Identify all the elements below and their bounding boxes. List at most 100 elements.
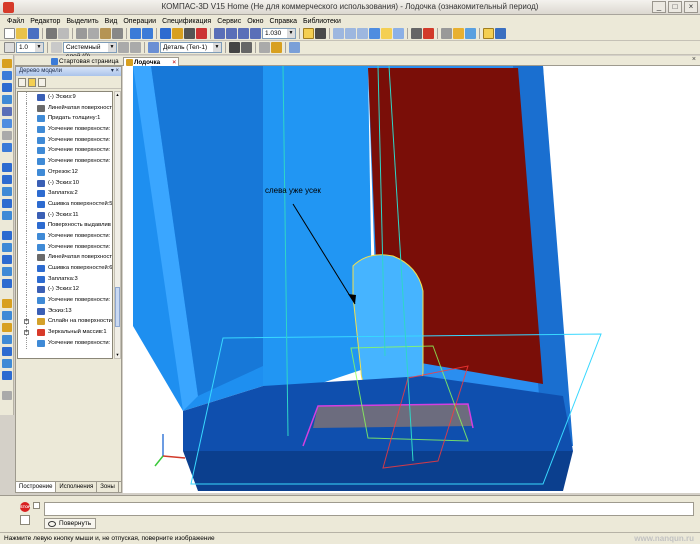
menu-editor[interactable]: Редактор	[27, 18, 63, 25]
tree-item[interactable]: Линейчатая поверхность	[18, 102, 112, 114]
rotate-icon[interactable]	[303, 28, 314, 39]
tree-item[interactable]: Усечение поверхности:	[18, 230, 112, 242]
tab-start-page[interactable]: Стартовая страница	[49, 57, 121, 66]
patch-tool-icon[interactable]	[2, 347, 12, 356]
zoom-combo[interactable]: 1.030 ▼	[262, 28, 296, 39]
filters-icon[interactable]	[2, 143, 12, 152]
tree-item[interactable]: + Зеркальный массив:1	[18, 327, 112, 338]
menu-service[interactable]: Сервис	[214, 18, 244, 25]
print-icon[interactable]	[46, 28, 57, 39]
scroll-thumb[interactable]	[115, 287, 120, 327]
tree-item[interactable]: Эскиз:13	[18, 305, 112, 317]
menu-specification[interactable]: Спецификация	[159, 18, 214, 25]
close-button[interactable]: ×	[684, 1, 698, 13]
line-width-combo[interactable]: 1.0 ▼	[16, 42, 44, 53]
tab-versions[interactable]: Исполнения	[56, 482, 98, 492]
menu-window[interactable]: Окно	[244, 18, 266, 25]
tree-item[interactable]: Усечение поверхности:	[18, 145, 112, 157]
sheet-metal-icon[interactable]	[2, 163, 12, 172]
tree-item[interactable]: Заплатка:3	[18, 273, 112, 285]
menu-view[interactable]: Вид	[102, 18, 121, 25]
part-combo[interactable]: Деталь (Тел-1) ▼	[160, 42, 222, 53]
shell-icon[interactable]	[2, 267, 12, 276]
panel-pin-icon[interactable]: ▾ ×	[111, 67, 119, 76]
expand-icon[interactable]: +	[24, 330, 29, 336]
model-icon[interactable]	[465, 28, 476, 39]
minimize-button[interactable]: _	[652, 1, 666, 13]
tree-item[interactable]: Усечение поверхности:	[18, 156, 112, 167]
properties-toggle-icon[interactable]	[271, 42, 282, 53]
tree-item[interactable]: Сшивка поверхностей:5	[18, 198, 112, 210]
trim-tool-icon[interactable]	[2, 359, 12, 368]
print-preview-icon[interactable]	[58, 28, 69, 39]
stop-icon[interactable]: STOP	[20, 502, 31, 512]
scroll-down-icon[interactable]: ▼	[115, 352, 120, 358]
zoom-in-icon[interactable]	[226, 28, 237, 39]
menu-operations[interactable]: Операции	[120, 18, 159, 25]
scroll-up-icon[interactable]: ▲	[115, 92, 120, 98]
layer-state-icon[interactable]	[130, 42, 141, 53]
menu-libraries[interactable]: Библиотеки	[300, 18, 344, 25]
line-style-icon[interactable]	[4, 42, 15, 53]
paste-icon[interactable]	[100, 28, 111, 39]
loft-icon[interactable]	[2, 211, 12, 220]
halftone-edges-icon[interactable]	[381, 28, 392, 39]
zoom-out-icon[interactable]	[238, 28, 249, 39]
pan-icon[interactable]	[483, 28, 494, 39]
tree-item[interactable]: Отрезок:12	[18, 166, 112, 178]
tree-item[interactable]: (-) Эскиз:11	[18, 209, 112, 221]
edit-part-icon[interactable]	[2, 59, 12, 68]
close-document-icon[interactable]: ×	[692, 56, 696, 63]
properties-panel-icon[interactable]	[20, 515, 30, 525]
panel-collapse-icon[interactable]	[33, 502, 40, 509]
measurements-icon[interactable]	[2, 131, 12, 140]
style-icon[interactable]	[229, 42, 240, 53]
thin-lines-icon[interactable]	[357, 28, 368, 39]
chamfer-icon[interactable]	[2, 255, 12, 264]
tree-item[interactable]: Усечение поверхности:	[18, 124, 112, 135]
manager-icon[interactable]	[160, 28, 171, 39]
snap-icon[interactable]	[453, 28, 464, 39]
tree-item[interactable]: (-) Эскиз:10	[18, 177, 112, 189]
tab-construction[interactable]: Построение	[16, 482, 57, 492]
wireframe-icon[interactable]	[333, 28, 344, 39]
layer-combo[interactable]: Системный слой (0)▼	[63, 42, 117, 60]
new-document-icon[interactable]	[4, 28, 15, 39]
redo-icon[interactable]	[142, 28, 153, 39]
help-icon[interactable]	[196, 28, 207, 39]
maximize-button[interactable]: □	[668, 1, 682, 13]
more-tools-icon[interactable]	[2, 391, 12, 400]
halftone-icon[interactable]	[369, 28, 380, 39]
properties-icon[interactable]	[112, 28, 123, 39]
sweep-icon[interactable]	[2, 199, 12, 208]
tree-item[interactable]: Линейчатая поверхность	[18, 252, 112, 263]
command-field[interactable]	[44, 502, 694, 516]
fillet-icon[interactable]	[2, 243, 12, 252]
layer-settings-icon[interactable]	[118, 42, 129, 53]
copy-icon[interactable]	[88, 28, 99, 39]
arrays-icon[interactable]	[2, 95, 12, 104]
measure-icon[interactable]	[495, 28, 506, 39]
part-icon[interactable]	[148, 42, 159, 53]
open-folder-icon[interactable]	[16, 28, 27, 39]
zoom-window-icon[interactable]	[214, 28, 225, 39]
tree-item[interactable]: (-) Эскиз:12	[18, 284, 112, 296]
menu-help[interactable]: Справка	[267, 18, 300, 25]
extrude-icon[interactable]	[2, 175, 12, 184]
undo-icon[interactable]	[130, 28, 141, 39]
zoom-fit-icon[interactable]	[250, 28, 261, 39]
tree-scrollbar[interactable]: ▲ ▼	[114, 91, 121, 359]
tree-item[interactable]: Поверхность выдавлив	[18, 220, 112, 231]
color-icon[interactable]	[259, 42, 270, 53]
spline-tool-icon[interactable]	[2, 299, 12, 308]
sew-tool-icon[interactable]	[2, 371, 12, 380]
hidden-lines-icon[interactable]	[345, 28, 356, 39]
diagnostics-icon[interactable]	[2, 119, 12, 128]
tab-zones[interactable]: Зоны	[97, 482, 119, 492]
tree-item[interactable]: Заплатка:2	[18, 188, 112, 199]
rib-icon[interactable]	[2, 279, 12, 288]
filter-icon[interactable]	[411, 28, 422, 39]
spatial-curves-icon[interactable]	[2, 71, 12, 80]
surface-tool-icon[interactable]	[2, 335, 12, 344]
surfaces-icon[interactable]	[2, 83, 12, 92]
